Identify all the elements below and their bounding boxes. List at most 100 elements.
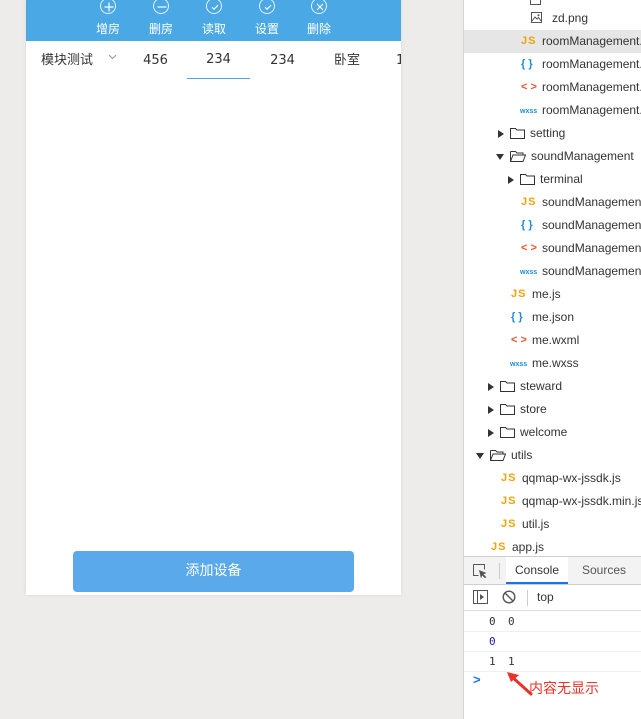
tabbar-divider: [499, 563, 500, 579]
file-name: qqmap-wx-jssdk.js: [522, 471, 621, 485]
read-button[interactable]: 读取: [194, 0, 234, 41]
simulator-screen: 增房 删房 读取 设置 删除 模块测试 456 234 234 卧室 1 添加设…: [26, 0, 401, 595]
folder-icon: [520, 174, 535, 185]
tree-item-welcome[interactable]: welcome: [464, 421, 641, 444]
js-file-icon: JS: [521, 196, 537, 208]
tree-item-sound-json[interactable]: { } soundManagement.json: [464, 214, 641, 237]
file-name: soundManagement.wxml: [542, 241, 641, 255]
json-file-icon: { }: [521, 58, 533, 70]
log-value: 0: [489, 635, 496, 648]
tree-item-room-js[interactable]: JS roomManagement.js: [464, 30, 641, 53]
room-name: 卧室: [334, 53, 361, 68]
module-picker[interactable]: 模块测试: [41, 41, 117, 81]
tree-item-steward[interactable]: steward: [464, 375, 641, 398]
js-file-icon: JS: [491, 541, 507, 553]
add-room-label: 增房: [95, 22, 120, 36]
delete-room-label: 删房: [148, 22, 173, 36]
tree-item-me-js[interactable]: JS me.js: [464, 283, 641, 306]
tree-item-sound-wxss[interactable]: wxss soundManagement.wxss: [464, 260, 641, 283]
devtools-tabbar: Console Sources: [464, 556, 641, 585]
add-room-button[interactable]: 增房: [88, 0, 128, 41]
tree-item-store[interactable]: store: [464, 398, 641, 421]
chevron-right-icon: [488, 383, 494, 391]
tree-item-room-wxss[interactable]: wxss roomManagement.wxss: [464, 99, 641, 122]
folder-open-icon: [490, 450, 506, 461]
console-toolbar: top: [464, 585, 641, 611]
json-file-icon: { }: [511, 311, 523, 323]
tree-item-room-json[interactable]: { } roomManagement.json: [464, 53, 641, 76]
tree-item-qqmap-js[interactable]: JS qqmap-wx-jssdk.js: [464, 467, 641, 490]
tree-item-utils[interactable]: utils: [464, 444, 641, 467]
check-circle-icon: [206, 0, 222, 14]
folder-name: terminal: [540, 172, 583, 186]
settings-label: 设置: [254, 22, 279, 36]
file-tree: zd.png JS roomManagement.js { } roomMana…: [464, 0, 641, 556]
delete-room-button[interactable]: 删房: [141, 0, 181, 41]
tree-item-terminal[interactable]: terminal: [464, 168, 641, 191]
field-2-input[interactable]: [187, 41, 250, 79]
log-line: 1 1: [464, 652, 641, 672]
folder-icon: [500, 427, 515, 438]
row-overflow-value: 1: [396, 53, 401, 68]
folder-name: welcome: [520, 425, 568, 439]
file-name: qqmap-wx-jssdk.min.js: [522, 494, 641, 508]
wxml-file-icon: < >: [521, 81, 537, 93]
file-name: zd.png: [552, 11, 589, 25]
devtools-panel: zd.png JS roomManagement.js { } roomMana…: [463, 0, 641, 719]
wxss-file-icon: wxss: [520, 108, 538, 115]
module-picker-value: 模块测试: [41, 53, 94, 68]
settings-button[interactable]: 设置: [247, 0, 287, 41]
tree-item-zd-png[interactable]: zd.png: [464, 7, 641, 30]
folder-name: store: [520, 402, 547, 416]
tab-sources[interactable]: Sources: [574, 557, 634, 584]
tree-item-me-json[interactable]: { } me.json: [464, 306, 641, 329]
tree-item-room-wxml[interactable]: < > roomManagement.wxml: [464, 76, 641, 99]
folder-name: utils: [511, 448, 533, 462]
close-circle-icon: [311, 0, 327, 14]
field-1-input[interactable]: [124, 41, 187, 79]
file-name: roomManagement.json: [542, 57, 641, 71]
context-selector[interactable]: top: [537, 585, 554, 610]
chevron-right-icon: [498, 130, 504, 138]
log-line: 0: [464, 632, 641, 652]
tree-item-qqmap-min-js[interactable]: JS qqmap-wx-jssdk.min.js: [464, 490, 641, 513]
file-name: soundManagement.wxss: [542, 264, 641, 278]
folder-name: steward: [520, 379, 563, 393]
chevron-right-icon: [508, 176, 514, 184]
read-label: 读取: [201, 22, 226, 36]
delete-button[interactable]: 删除: [299, 0, 339, 41]
chevron-right-icon: [488, 429, 494, 437]
console-prompt[interactable]: >: [473, 672, 481, 687]
file-name: roomManagement.wxml: [542, 80, 641, 94]
file-name: roomManagement.wxss: [542, 103, 641, 117]
tree-item-sound-management[interactable]: soundManagement: [464, 145, 641, 168]
wxss-file-icon: wxss: [510, 361, 528, 368]
inspect-element-icon[interactable]: [473, 564, 488, 579]
folder-icon: [510, 128, 525, 139]
tree-item-util-js[interactable]: JS util.js: [464, 513, 641, 536]
js-file-icon: JS: [521, 35, 537, 47]
wxml-file-icon: < >: [521, 242, 537, 254]
log-value: 0: [489, 615, 496, 628]
tree-item-sound-js[interactable]: JS soundManagement.js: [464, 191, 641, 214]
chevron-right-icon: [488, 406, 494, 414]
chevron-down-icon: [476, 453, 484, 459]
tree-item-setting[interactable]: setting: [464, 122, 641, 145]
device-row: 模块测试 卧室 1: [26, 41, 401, 81]
sidebar-toggle-icon[interactable]: [473, 590, 488, 604]
check-circle-icon: [259, 0, 275, 14]
tree-item-me-wxml[interactable]: < > me.wxml: [464, 329, 641, 352]
tree-item-me-wxss[interactable]: wxss me.wxss: [464, 352, 641, 375]
field-3-input[interactable]: [251, 41, 314, 79]
js-file-icon: JS: [501, 495, 517, 507]
add-device-button[interactable]: 添加设备: [73, 551, 354, 592]
tab-console[interactable]: Console: [506, 557, 568, 584]
wxml-file-icon: < >: [511, 334, 527, 346]
tree-item-app-js[interactable]: JS app.js: [464, 536, 641, 556]
js-file-icon: JS: [501, 472, 517, 484]
file-name: me.json: [532, 310, 575, 324]
clear-console-icon[interactable]: [502, 590, 516, 604]
file-name: soundManagement.js: [542, 195, 641, 209]
tree-item-sound-wxml[interactable]: < > soundManagement.wxml: [464, 237, 641, 260]
folder-name: soundManagement: [531, 149, 634, 163]
